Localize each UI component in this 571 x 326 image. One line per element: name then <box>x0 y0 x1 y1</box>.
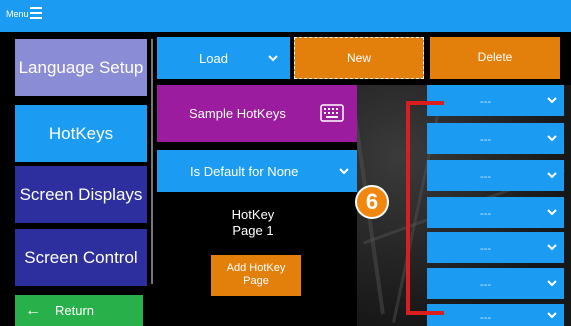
default-select-value: Is Default for None <box>190 163 299 179</box>
chevron-down-icon <box>547 97 557 104</box>
sidebar-item-label: Screen Displays <box>19 184 143 204</box>
chevron-down-icon <box>547 135 557 142</box>
sidebar-item-hotkeys[interactable]: HotKeys <box>15 105 147 162</box>
add-page-line2: Page <box>243 275 269 287</box>
delete-button[interactable]: Delete <box>430 37 560 79</box>
hotkey-slot-value: --- <box>480 171 491 183</box>
menu-label[interactable]: Menu <box>6 9 29 19</box>
callout-badge: 6 <box>355 185 389 219</box>
hotkey-slot-1[interactable]: --- <box>427 85 564 116</box>
hotkey-slot-value: --- <box>480 243 491 255</box>
hotkey-slot-2[interactable]: --- <box>427 123 564 154</box>
delete-label: Delete <box>477 50 513 64</box>
chevron-down-icon <box>268 55 278 62</box>
hotkey-slot-value: --- <box>480 208 491 220</box>
chevron-down-icon <box>547 244 557 251</box>
hotkey-slot-5[interactable]: --- <box>427 232 564 263</box>
sidebar-item-label: HotKeys <box>48 123 114 143</box>
page-label: HotKey Page 1 <box>157 207 349 239</box>
chevron-down-icon <box>547 172 557 179</box>
hotkey-slot-3[interactable]: --- <box>427 160 564 191</box>
sidebar-item-screen-displays[interactable]: Screen Displays <box>15 166 147 223</box>
hotkey-slot-6[interactable]: --- <box>427 268 564 299</box>
add-hotkey-page-button[interactable]: Add HotKey Page <box>211 255 301 296</box>
return-label: Return <box>55 303 95 318</box>
new-button[interactable]: New <box>294 37 424 79</box>
new-label: New <box>346 51 371 65</box>
sidebar-item-label: Language Setup <box>18 57 144 77</box>
load-label: Load <box>199 50 228 66</box>
chevron-down-icon <box>339 168 349 175</box>
hotkey-slot-value: --- <box>480 134 491 146</box>
default-select[interactable]: Is Default for None <box>157 150 357 192</box>
page-label-line1: HotKey <box>231 207 275 222</box>
hotkey-set-name: Sample HotKeys <box>189 106 286 121</box>
arrow-left-icon: ← <box>25 301 41 319</box>
page-label-line2: Page 1 <box>232 223 274 238</box>
hotkey-slot-4[interactable]: --- <box>427 197 564 228</box>
chevron-down-icon <box>547 209 557 216</box>
add-page-line1: Add HotKey <box>226 262 286 274</box>
sidebar-item-language-setup[interactable]: Language Setup <box>15 39 147 96</box>
hotkey-slot-7[interactable]: --- <box>427 304 564 326</box>
chevron-down-icon <box>547 312 557 319</box>
load-dropdown[interactable]: Load <box>157 37 290 79</box>
sidebar-item-screen-control[interactable]: Screen Control <box>15 229 147 286</box>
keyboard-icon[interactable] <box>320 104 344 122</box>
menu-icon[interactable] <box>30 7 42 19</box>
top-bar: Menu <box>0 0 571 32</box>
hotkey-set-button[interactable]: Sample HotKeys <box>157 85 357 142</box>
sidebar-item-label: Screen Control <box>24 247 138 267</box>
callout-bracket <box>406 101 444 315</box>
chevron-down-icon <box>547 280 557 287</box>
hotkey-slot-value: --- <box>480 279 491 291</box>
panel-divider <box>151 39 153 284</box>
return-button[interactable]: ← Return <box>15 295 143 326</box>
hotkey-slot-value: --- <box>480 312 491 324</box>
hotkey-slot-value: --- <box>480 96 491 108</box>
